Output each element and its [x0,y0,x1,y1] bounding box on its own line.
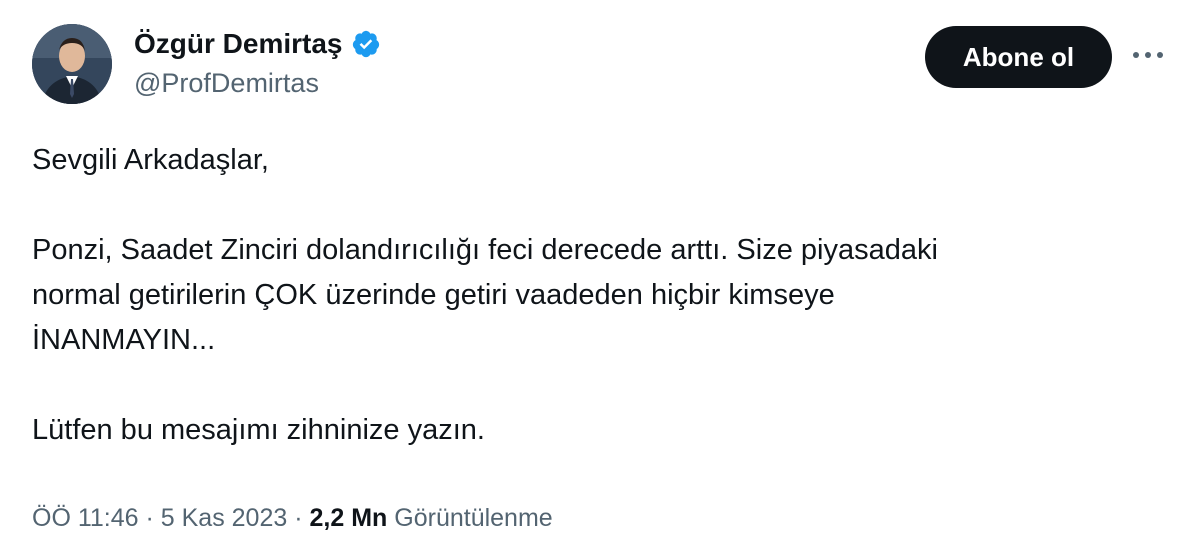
tweet-line: normal getirilerin ÇOK üzerinde getiri v… [32,279,835,311]
avatar[interactable] [32,24,112,104]
views-count: 2,2 Mn [309,504,388,532]
tweet-line: Sevgili Arkadaşlar, [32,144,269,176]
more-horizontal-icon [1133,52,1163,58]
tweet-line: İNANMAYIN... [32,324,216,356]
tweet-line-break [32,183,1152,228]
tweet-line: Ponzi, Saadet Zinciri dolandırıcılığı fe… [32,234,938,266]
more-options-icon[interactable] [1130,40,1166,70]
author-handle[interactable]: @ProfDemirtas [134,67,319,99]
tweet-line-break [32,363,1152,408]
tweet-line: Lütfen bu mesajımı zihninize yazın. [32,414,485,446]
views-label: Görüntülenme [394,504,553,532]
tweet-time[interactable]: ÖÖ 11:46 [32,504,139,532]
tweet-text: Sevgili Arkadaşlar, Ponzi, Saadet Zincir… [32,138,1152,453]
follow-button[interactable]: Abone ol [925,26,1112,88]
tweet-meta: ÖÖ 11:46 · 5 Kas 2023 · 2,2 Mn Görüntüle… [32,502,553,534]
author-name-row[interactable]: Özgür Demirtaş [134,27,381,61]
tweet-date[interactable]: 5 Kas 2023 [161,504,288,532]
avatar-photo-icon [32,24,112,104]
meta-separator: · [294,504,303,532]
verified-badge-icon [352,30,379,58]
meta-separator: · [145,504,154,532]
author-display-name[interactable]: Özgür Demirtaş [134,27,343,61]
